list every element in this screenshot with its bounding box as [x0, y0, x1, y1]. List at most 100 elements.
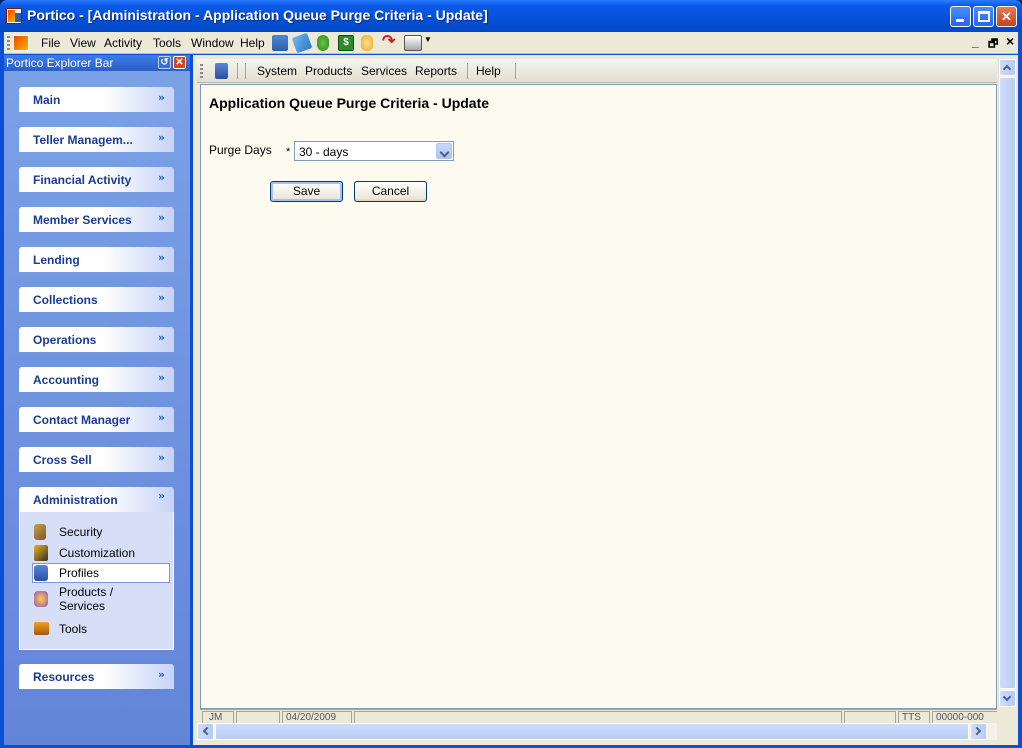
portico-menu-icon[interactable] — [13, 35, 29, 51]
status-date: 04/20/2009 — [282, 711, 352, 723]
toolbar-help[interactable]: Help — [476, 64, 501, 78]
chevron-down-icon[interactable]: » — [158, 131, 165, 144]
chevron-down-icon[interactable]: » — [158, 668, 165, 681]
portico-app-icon[interactable] — [6, 8, 22, 24]
printer-icon[interactable] — [404, 35, 422, 51]
maximize-button[interactable] — [973, 6, 994, 27]
group-accounting[interactable]: Accounting » — [19, 367, 174, 392]
toolbar-reports[interactable]: Reports — [415, 64, 457, 78]
hand-icon[interactable] — [361, 35, 373, 51]
mdi-minimize-button[interactable]: _ — [972, 35, 979, 49]
group-label: Cross Sell — [33, 453, 92, 467]
chevron-down-icon[interactable]: » — [158, 371, 165, 384]
task-label: Products / — [59, 585, 114, 599]
network-icon[interactable] — [272, 35, 288, 51]
group-teller-management[interactable]: Teller Managem... » — [19, 127, 174, 152]
group-main[interactable]: Main » — [19, 87, 174, 112]
save-button[interactable]: Save — [270, 181, 343, 202]
task-security[interactable]: Security — [32, 522, 170, 542]
redo-arrow-icon[interactable]: ↷ — [382, 34, 398, 51]
task-tools[interactable]: Tools — [32, 619, 170, 639]
menu-view[interactable]: View — [70, 36, 96, 50]
chevron-down-icon[interactable] — [436, 143, 452, 159]
scroll-left-button[interactable] — [197, 723, 214, 740]
required-marker: * — [286, 146, 291, 158]
cancel-button[interactable]: Cancel — [354, 181, 427, 202]
chevron-down-icon[interactable]: » — [158, 211, 165, 224]
group-financial-activity[interactable]: Financial Activity » — [19, 167, 174, 192]
group-collections[interactable]: Collections » — [19, 287, 174, 312]
scroll-thumb[interactable] — [999, 77, 1016, 689]
task-profiles[interactable]: Profiles — [32, 563, 170, 583]
menubar-grip-icon[interactable] — [7, 36, 10, 50]
horizontal-scrollbar[interactable] — [197, 723, 997, 740]
vertical-scrollbar[interactable] — [998, 59, 1016, 707]
mdi-close-button[interactable]: × — [1006, 33, 1014, 49]
chevron-down-icon[interactable]: » — [158, 91, 165, 104]
task-label: Tools — [59, 622, 88, 636]
scroll-up-button[interactable] — [999, 59, 1016, 76]
toolbar-services[interactable]: Services — [361, 64, 407, 78]
cash-icon[interactable]: $ — [338, 35, 354, 51]
toolbar-separator — [515, 63, 516, 79]
status-user: JM — [202, 711, 234, 723]
group-lending[interactable]: Lending » — [19, 247, 174, 272]
chevron-right-icon — [972, 726, 982, 736]
group-operations[interactable]: Operations » — [19, 327, 174, 352]
horizontal-scroll-thumb[interactable] — [215, 723, 969, 740]
group-label: Accounting — [33, 373, 99, 387]
minimize-icon — [956, 19, 964, 22]
application-window: Portico - [Administration - Application … — [0, 0, 1022, 748]
explorer-bar: Portico Explorer Bar ↺ ✕ Main » Teller M… — [4, 55, 190, 745]
menu-file[interactable]: File — [41, 36, 60, 50]
group-administration[interactable]: Administration « — [19, 487, 174, 512]
title-bar[interactable]: Portico - [Administration - Application … — [0, 0, 1022, 32]
group-resources[interactable]: Resources » — [19, 664, 174, 689]
toolbar-grip-icon[interactable] — [200, 64, 203, 78]
pin-icon[interactable]: ↺ — [158, 56, 171, 69]
group-contact-manager[interactable]: Contact Manager » — [19, 407, 174, 432]
tag-icon[interactable] — [291, 32, 313, 54]
chevron-up-icon[interactable]: « — [158, 490, 165, 503]
chevron-down-icon[interactable]: » — [158, 451, 165, 464]
menu-help[interactable]: Help — [240, 36, 265, 50]
close-icon: ✕ — [1001, 9, 1012, 24]
scroll-right-button[interactable] — [970, 723, 987, 740]
profile-icon — [34, 565, 48, 581]
administration-tasks: Security Customization Profiles Products… — [19, 512, 174, 650]
money-bag-icon[interactable] — [317, 35, 329, 51]
page-title: Application Queue Purge Criteria - Updat… — [209, 95, 490, 111]
chevron-down-icon[interactable]: » — [158, 291, 165, 304]
menu-activity[interactable]: Activity — [104, 36, 142, 50]
profile-icon[interactable] — [215, 63, 228, 79]
mdi-restore-button[interactable]: 🗗 — [988, 35, 998, 54]
toolbar-system[interactable]: System — [257, 64, 297, 78]
purge-days-value: 30 - days — [299, 145, 349, 159]
chevron-left-icon — [202, 726, 212, 736]
form-content: Application Queue Purge Criteria - Updat… — [200, 84, 997, 709]
group-member-services[interactable]: Member Services » — [19, 207, 174, 232]
explorer-close-icon[interactable]: ✕ — [173, 56, 186, 69]
paint-tools-icon — [34, 545, 48, 561]
scrollbar-corner — [998, 723, 1015, 740]
group-label: Member Services — [33, 213, 132, 227]
scroll-down-button[interactable] — [999, 690, 1016, 707]
chevron-down-icon[interactable]: » — [158, 251, 165, 264]
task-customization[interactable]: Customization — [32, 543, 170, 563]
purge-days-select[interactable]: 30 - days — [294, 141, 454, 161]
group-cross-sell[interactable]: Cross Sell » — [19, 447, 174, 472]
menu-bar: File View Activity Tools Window Help $ ↷… — [4, 32, 1018, 54]
group-label: Operations — [33, 333, 97, 347]
chevron-down-icon[interactable]: » — [158, 331, 165, 344]
close-button[interactable]: ✕ — [996, 6, 1017, 27]
purge-days-label: Purge Days — [209, 143, 272, 157]
task-products-services[interactable]: Products / Services — [32, 585, 170, 615]
toolbar-products[interactable]: Products — [305, 64, 352, 78]
menu-window[interactable]: Window — [191, 36, 234, 50]
printer-dropdown-chevron-icon[interactable]: ▼ — [424, 35, 432, 44]
chevron-down-icon[interactable]: » — [158, 411, 165, 424]
chevron-down-icon[interactable]: » — [158, 171, 165, 184]
minimize-button[interactable] — [950, 6, 971, 27]
products-icon — [34, 591, 48, 607]
menu-tools[interactable]: Tools — [153, 36, 181, 50]
